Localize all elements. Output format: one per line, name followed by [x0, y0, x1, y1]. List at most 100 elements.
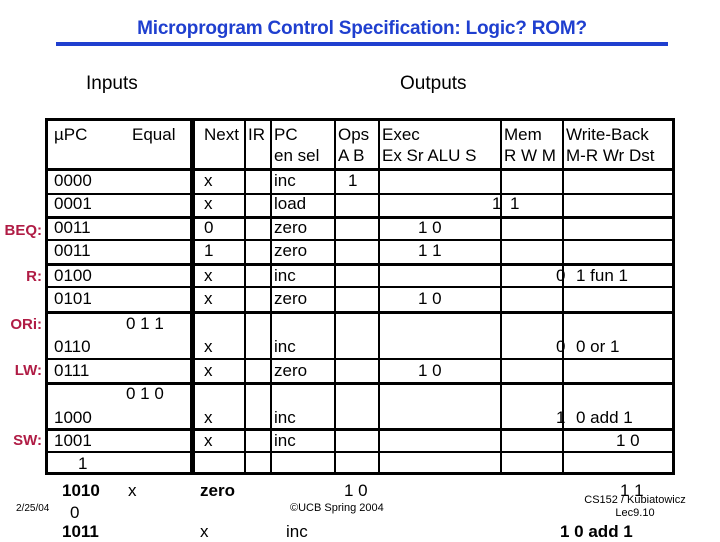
page-title: Microprogram Control Specification: Logi… [137, 18, 587, 39]
control-specification-table: µPC Equal Next IR PC en sel Ops A B Exec… [45, 118, 675, 475]
overflow-next-1: zero [200, 481, 235, 500]
row-divider-1 [48, 193, 672, 195]
cell-upc: 1 [78, 454, 88, 473]
cell-next: x [204, 289, 213, 308]
cell-upc: 0111 [54, 361, 90, 380]
row-label-r: R: [26, 268, 42, 285]
col-divider-ir-pc [270, 121, 272, 472]
row-divider-9 [48, 428, 672, 431]
overflow-exec-1: 1 0 [344, 481, 368, 500]
cell-equal: 0 1 1 [126, 314, 164, 333]
footer-course: CS152 / Kubiatowicz [584, 494, 686, 506]
row-divider-2 [48, 216, 672, 219]
cell-exec-clip: 1 [492, 194, 502, 213]
cell-next: x [204, 431, 213, 450]
header-exec: Exec [382, 125, 420, 144]
header-exec-sub: Ex Sr ALU S [382, 146, 477, 165]
cell-upc: 0011 [54, 218, 91, 237]
cell-pc: inc [274, 431, 296, 450]
header-pc-sub: en sel [274, 146, 320, 165]
cell-pc: zero [274, 218, 308, 237]
row-label-ori: ORi: [10, 316, 42, 333]
col-divider-exec-mem [500, 121, 502, 472]
cell-pc: load [274, 194, 307, 213]
col-divider-inputs-outputs [190, 121, 195, 472]
cell-exec: 1 0 [418, 218, 442, 237]
cell-write-back: 1 0 [616, 431, 640, 450]
col-divider-pc-ops [334, 121, 336, 472]
overflow-exec-3: inc [286, 522, 308, 541]
cell-next: x [204, 171, 213, 190]
cell-write-back: 0 or 1 [576, 337, 620, 356]
row-divider-3 [48, 239, 672, 241]
header-ir: IR [248, 125, 265, 144]
cell-write-back: 1 fun 1 [576, 266, 628, 285]
overflow-upc-3: 1011 [62, 522, 99, 541]
cell-pc: zero [274, 241, 308, 260]
header-next: Next [204, 125, 239, 144]
cell-exec: 1 1 [418, 241, 442, 260]
overflow-upc-1: 1010 [62, 481, 100, 500]
overflow-equal-1: x [128, 481, 137, 500]
cell-mem: 0 [556, 337, 566, 356]
cell-next: 0 [204, 218, 214, 237]
caption-inputs: Inputs [86, 73, 138, 94]
cell-mem: 0 [556, 266, 566, 285]
header-write-back: Write-Back [566, 125, 649, 144]
cell-ops: 1 [348, 171, 358, 190]
title-block: Microprogram Control Specification: Logi… [56, 18, 668, 46]
footer-copyright: ©UCB Spring 2004 [290, 502, 384, 514]
cell-next: 1 [204, 241, 214, 260]
cell-pc: inc [274, 171, 296, 190]
cell-next: x [204, 266, 213, 285]
cell-next: x [204, 337, 213, 356]
header-ops-sub: A B [338, 146, 365, 165]
cell-next: x [204, 194, 213, 213]
row-divider-10 [48, 451, 672, 453]
header-pc: PC [274, 125, 298, 144]
col-divider-ops-exec [378, 121, 380, 472]
header-ops: Ops [338, 125, 370, 144]
cell-mem: 1 [510, 194, 520, 213]
footer-lecture: Lec9.10 [615, 507, 655, 519]
cell-upc: 0001 [54, 194, 92, 213]
cell-write-back: 0 add 1 [576, 408, 633, 427]
cell-exec: 1 0 [418, 289, 442, 308]
header-equal: Equal [132, 125, 176, 144]
row-divider-7 [48, 358, 672, 360]
cell-next: x [204, 361, 213, 380]
cell-upc: 0000 [54, 171, 92, 190]
cell-upc: 0011 [54, 241, 91, 260]
cell-pc: inc [274, 337, 296, 356]
footer-course-info: CS152 / Kubiatowicz Lec9.10 [560, 494, 710, 520]
cell-pc: zero [274, 361, 308, 380]
row-divider-5 [48, 286, 672, 288]
title-underline-rule [56, 42, 668, 46]
header-write-back-sub: M-R Wr Dst [566, 146, 655, 165]
cell-pc: zero [274, 289, 308, 308]
cell-upc: 1000 [54, 408, 92, 427]
row-label-lw: LW: [14, 362, 42, 379]
cell-exec: 1 0 [418, 361, 442, 380]
row-divider-header [48, 168, 672, 171]
col-divider-next-ir [244, 121, 246, 472]
cell-next: x [204, 408, 213, 427]
overflow-next-3: x [200, 522, 209, 541]
cell-pc: inc [274, 408, 296, 427]
header-mem-sub: R W M [504, 146, 556, 165]
header-mem: Mem [504, 125, 542, 144]
footer-date: 2/25/04 [16, 503, 50, 514]
overflow-upc-2: 0 [70, 503, 80, 522]
cell-equal: 0 1 0 [126, 384, 164, 403]
cell-upc: 0100 [54, 266, 92, 285]
cell-upc: 0101 [54, 289, 92, 308]
cell-upc: 1001 [54, 431, 92, 450]
cell-upc: 0110 [54, 337, 91, 356]
row-label-beq: BEQ: [4, 222, 43, 239]
overflow-wb-3: 1 0 add 1 [560, 522, 633, 541]
cell-pc: inc [274, 266, 296, 285]
row-label-sw: SW: [13, 432, 42, 449]
cell-mem: 1 [556, 408, 566, 427]
caption-outputs: Outputs [400, 73, 467, 94]
header-upc: µPC [54, 125, 88, 144]
